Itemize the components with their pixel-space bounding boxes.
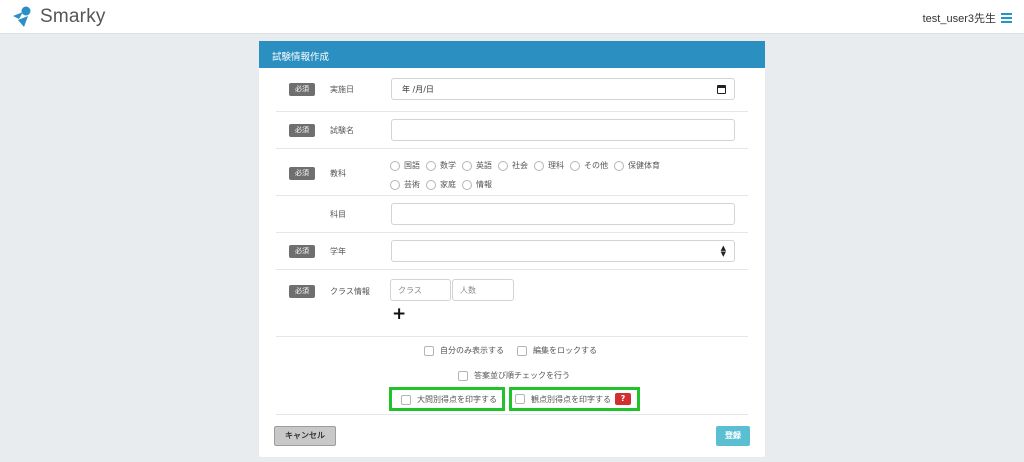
- radio-circle[interactable]: [426, 161, 436, 171]
- calendar-icon[interactable]: [717, 85, 726, 94]
- row-subject: 必須 教科 国語 数学 英語 社会 理科 その他 保健体育 芸術 家庭 情報: [276, 149, 748, 196]
- logo[interactable]: Smarky: [10, 6, 106, 28]
- hamburger-menu-icon[interactable]: [1001, 13, 1012, 23]
- user-name: test_user3先生: [922, 13, 996, 25]
- cancel-button[interactable]: キャンセル: [274, 426, 336, 446]
- radio-circle[interactable]: [614, 161, 624, 171]
- print-by-question-option[interactable]: 大問別得点を印字する: [401, 394, 497, 405]
- subject-option-pe[interactable]: 保健体育: [614, 158, 660, 174]
- answer-order-checkbox[interactable]: [458, 370, 468, 381]
- row-grade: 必須 学年 ▲ ▼: [276, 233, 748, 270]
- required-badge: 必須: [289, 245, 315, 258]
- subject-option-other[interactable]: その他: [570, 158, 608, 174]
- required-badge: 必須: [289, 167, 315, 180]
- exam-create-form: 試験情報作成 必須 実施日 年 /月/日 必須 試験名 必須 教科 国語 数学 英語…: [259, 41, 765, 457]
- radio-circle[interactable]: [462, 180, 472, 190]
- subject-option-info[interactable]: 情報: [462, 177, 492, 193]
- row-exam-name: 必須 試験名: [276, 112, 748, 149]
- exam-date-input[interactable]: 年 /月/日: [391, 78, 735, 100]
- row-course: 科目: [276, 196, 748, 233]
- required-badge: 必須: [289, 124, 315, 137]
- course-label: 科目: [330, 210, 346, 219]
- radio-circle[interactable]: [426, 180, 436, 190]
- form-title: 試験情報作成: [259, 41, 765, 68]
- radio-circle[interactable]: [462, 161, 472, 171]
- submit-button[interactable]: 登録: [716, 426, 750, 446]
- print-by-question-checkbox[interactable]: [401, 394, 411, 405]
- only-me-option[interactable]: 自分のみ表示する: [424, 345, 504, 356]
- radio-circle[interactable]: [570, 161, 580, 171]
- radio-circle[interactable]: [498, 161, 508, 171]
- subject-label: 教科: [330, 169, 346, 178]
- add-class-button[interactable]: +: [392, 304, 406, 324]
- exam-name-input[interactable]: [391, 119, 735, 141]
- exam-date-label: 実施日: [330, 85, 354, 94]
- row-exam-date: 必須 実施日 年 /月/日: [276, 68, 748, 112]
- answer-order-option[interactable]: 答案並び順チェックを行う: [458, 370, 570, 381]
- date-placeholder: 年 /月/日: [402, 85, 434, 94]
- grade-select[interactable]: ▲ ▼: [391, 240, 735, 262]
- subject-radio-group: 国語 数学 英語 社会 理科 その他 保健体育 芸術 家庭 情報: [390, 158, 740, 196]
- grade-label: 学年: [330, 247, 346, 256]
- class-input[interactable]: クラス: [390, 279, 451, 301]
- select-arrows-icon: ▲ ▼: [720, 244, 726, 258]
- exam-name-label: 試験名: [330, 126, 354, 135]
- help-icon[interactable]: ?: [615, 393, 631, 405]
- user-menu[interactable]: test_user3先生: [923, 10, 1012, 26]
- print-by-viewpoint-option[interactable]: 観点別得点を印字する ?: [515, 393, 631, 405]
- subject-option-math[interactable]: 数学: [426, 158, 456, 174]
- subject-option-art[interactable]: 芸術: [390, 177, 420, 193]
- required-badge: 必須: [289, 83, 315, 96]
- class-info-label: クラス情報: [330, 287, 370, 296]
- smarky-logo-icon: [13, 6, 31, 27]
- subject-option-kokugo[interactable]: 国語: [390, 158, 420, 174]
- required-badge: 必須: [289, 285, 315, 298]
- lock-edit-checkbox[interactable]: [517, 345, 527, 356]
- subject-option-english[interactable]: 英語: [462, 158, 492, 174]
- subject-option-home[interactable]: 家庭: [426, 177, 456, 193]
- lock-edit-option[interactable]: 編集をロックする: [517, 345, 597, 356]
- count-input[interactable]: 人数: [452, 279, 514, 301]
- app-name: Smarky: [40, 6, 106, 27]
- subject-option-social[interactable]: 社会: [498, 158, 528, 174]
- top-navbar: Smarky test_user3先生: [0, 0, 1024, 34]
- course-input[interactable]: [391, 203, 735, 225]
- print-by-viewpoint-checkbox[interactable]: [515, 394, 525, 404]
- radio-circle[interactable]: [390, 161, 400, 171]
- only-me-checkbox[interactable]: [424, 345, 434, 356]
- radio-circle[interactable]: [390, 180, 400, 190]
- radio-circle[interactable]: [534, 161, 544, 171]
- subject-option-science[interactable]: 理科: [534, 158, 564, 174]
- divider: [276, 414, 748, 415]
